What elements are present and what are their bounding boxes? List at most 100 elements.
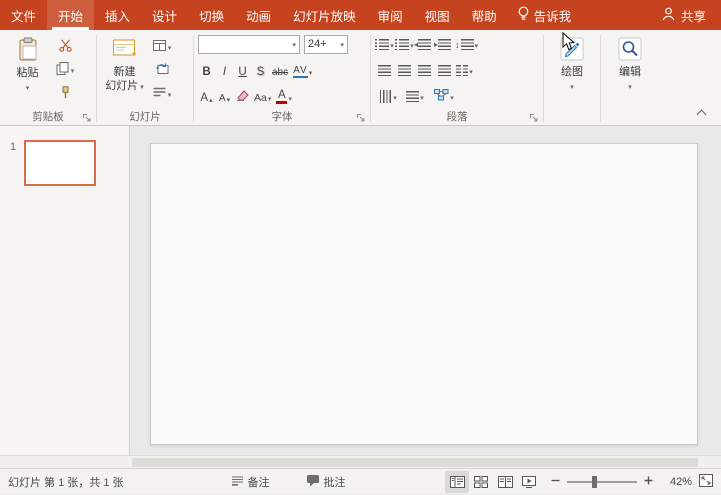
grow-font-label: A — [200, 91, 209, 104]
tab-insert[interactable]: 插入 — [94, 0, 141, 30]
font-name-combobox[interactable] — [198, 34, 300, 54]
align-right-button[interactable] — [415, 61, 434, 80]
font-size-combobox[interactable]: 24+ — [304, 34, 348, 54]
reading-view-button[interactable] — [493, 471, 517, 493]
tab-help[interactable]: 帮助 — [461, 0, 508, 30]
font-dialog-launcher[interactable] — [356, 113, 366, 123]
underline-button[interactable]: U — [234, 60, 251, 79]
tab-design[interactable]: 设计 — [141, 0, 188, 30]
notes-button[interactable]: 备注 — [224, 469, 277, 495]
powerpoint-window: { "colors": { "brand_red": "#C5441F", "s… — [0, 0, 721, 494]
zoom-out-button[interactable] — [551, 476, 560, 488]
paste-dropdown-caret — [26, 81, 30, 93]
tab-view[interactable]: 视图 — [414, 0, 461, 30]
strikethrough-label: abc — [272, 67, 289, 78]
change-case-button[interactable]: Aa — [252, 86, 273, 105]
smartart-icon — [434, 89, 449, 104]
cut-button[interactable] — [53, 37, 77, 57]
slide-sorter-icon — [474, 475, 488, 488]
new-slide-button[interactable]: 新建 幻灯片 — [101, 33, 148, 108]
slide-sorter-button[interactable] — [469, 471, 493, 493]
convert-to-smartart-button[interactable] — [429, 87, 459, 106]
font-name-caret — [292, 38, 296, 50]
tab-animations[interactable]: 动画 — [235, 0, 282, 30]
increase-indent-button[interactable]: ▸ — [434, 35, 454, 54]
zoom-percentage-label[interactable]: 42% — [660, 476, 692, 488]
editing-button[interactable]: 编辑 — [607, 33, 654, 125]
drawing-dropdown-caret — [570, 80, 574, 92]
paste-button[interactable]: 粘贴 — [4, 33, 51, 108]
grow-font-button[interactable]: A ▴ — [198, 86, 215, 105]
normal-view-button[interactable] — [445, 470, 469, 493]
notes-label: 备注 — [247, 476, 270, 489]
clear-formatting-button[interactable] — [234, 86, 251, 105]
reset-button[interactable] — [150, 60, 174, 80]
font-color-caret — [288, 92, 292, 104]
text-shadow-button[interactable]: S — [252, 60, 269, 79]
slideshow-button[interactable] — [517, 471, 541, 493]
bullets-button[interactable] — [375, 35, 394, 54]
bullets-caret — [390, 39, 394, 51]
collapse-ribbon-icon[interactable] — [696, 109, 707, 120]
line-spacing-caret — [475, 39, 479, 51]
numbering-button[interactable] — [395, 35, 414, 54]
text-direction-button[interactable] — [375, 87, 401, 106]
clipboard-dialog-launcher[interactable] — [82, 113, 92, 123]
underline-label: U — [238, 66, 247, 78]
horizontal-scrollbar[interactable] — [0, 455, 721, 468]
slide-canvas[interactable] — [150, 143, 698, 445]
notes-icon — [231, 475, 244, 489]
format-painter-button[interactable] — [53, 84, 77, 104]
zoom-in-button[interactable] — [644, 476, 653, 488]
font-color-button[interactable]: A — [274, 86, 294, 105]
line-spacing-button[interactable]: ↕ — [455, 35, 478, 54]
section-button[interactable] — [150, 84, 174, 104]
strikethrough-button[interactable]: abc — [270, 60, 290, 79]
tab-home[interactable]: 开始 — [47, 0, 95, 30]
bold-button[interactable]: B — [198, 60, 215, 79]
align-text-button[interactable] — [402, 87, 428, 106]
align-text-icon — [406, 91, 420, 102]
increase-indent-icon: ▸ — [434, 39, 451, 50]
paragraph-group-label: 段落 — [446, 111, 468, 123]
layout-button[interactable] — [150, 37, 174, 57]
person-icon — [662, 7, 675, 24]
slide-thumbnail-panel: 1 — [0, 126, 130, 455]
italic-button[interactable]: I — [216, 60, 233, 79]
copy-icon — [56, 62, 69, 78]
ribbon-group-clipboard: 粘贴 剪贴板 — [2, 32, 94, 125]
copy-button[interactable] — [53, 60, 77, 80]
paragraph-dialog-launcher[interactable] — [529, 113, 539, 123]
tab-file[interactable]: 文件 — [0, 0, 47, 30]
drawing-button[interactable]: 绘图 — [549, 33, 596, 125]
new-slide-dropdown-caret — [140, 80, 144, 92]
horizontal-scrollbar-thumb[interactable] — [132, 458, 698, 467]
tab-transitions[interactable]: 切换 — [188, 0, 235, 30]
columns-button[interactable] — [455, 61, 474, 80]
shrink-font-button[interactable]: A ▾ — [216, 86, 233, 105]
justify-button[interactable] — [435, 61, 454, 80]
change-case-caret — [268, 92, 272, 104]
zoom-slider[interactable] — [567, 475, 637, 488]
shrink-font-label: A — [218, 92, 226, 104]
tab-slideshow[interactable]: 幻灯片放映 — [282, 0, 367, 30]
share-button[interactable]: 共享 — [647, 0, 721, 30]
char-spacing-label: AV — [293, 65, 308, 78]
slide-thumbnail-1[interactable] — [24, 140, 97, 186]
tab-review[interactable]: 审阅 — [367, 0, 414, 30]
zoom-slider-thumb[interactable] — [591, 475, 597, 488]
eraser-icon — [236, 89, 249, 104]
fit-to-window-button[interactable] — [699, 473, 713, 490]
tell-me-box[interactable]: 告诉我 — [508, 0, 582, 30]
decrease-indent-button[interactable]: ◂ — [414, 35, 434, 54]
align-center-button[interactable] — [395, 61, 414, 80]
magnifier-icon — [618, 37, 642, 64]
columns-icon — [456, 65, 469, 76]
align-right-icon — [418, 65, 431, 76]
copy-dropdown-caret — [71, 64, 75, 76]
font-color-label: A — [278, 88, 286, 101]
character-spacing-button[interactable]: AV — [291, 60, 315, 79]
align-left-button[interactable] — [375, 61, 394, 80]
reset-icon — [156, 63, 169, 78]
comments-button[interactable]: 批注 — [299, 469, 353, 495]
